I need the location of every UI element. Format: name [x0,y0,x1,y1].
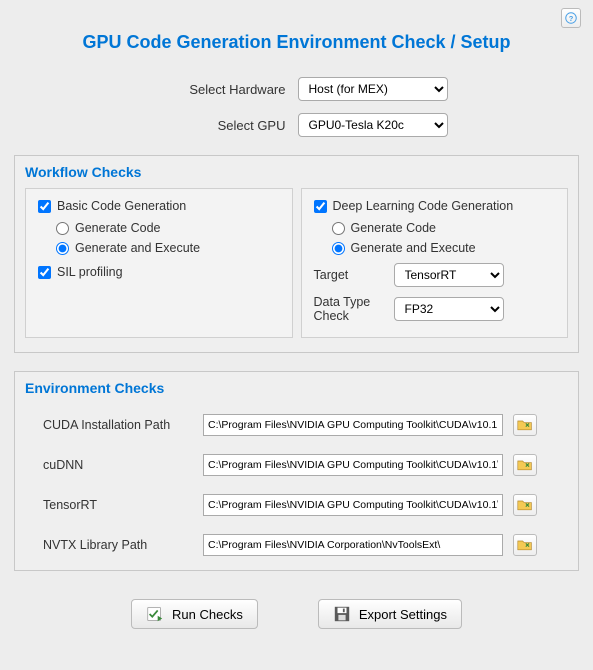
cudnn-label: cuDNN [43,458,193,472]
basic-codegen-checkbox[interactable] [38,200,51,213]
workflow-panel: Workflow Checks Basic Code Generation Ge… [14,155,579,353]
nvtx-browse-button[interactable] [513,534,537,556]
dtype-select[interactable]: FP32 [394,297,504,321]
sil-profiling-checkbox[interactable] [38,266,51,279]
save-icon [333,605,351,623]
cuda-label: CUDA Installation Path [43,418,193,432]
run-checks-button[interactable]: Run Checks [131,599,258,629]
sil-profiling-label: SIL profiling [57,265,123,279]
help-icon: ? [565,12,577,24]
folder-icon [517,498,533,512]
basic-gen-code-label: Generate Code [75,221,160,235]
env-panel: Environment Checks CUDA Installation Pat… [14,371,579,571]
run-icon [146,605,164,623]
hardware-label: Select Hardware [146,82,286,97]
basic-codegen-box: Basic Code Generation Generate Code Gene… [25,188,293,338]
folder-icon [517,418,533,432]
basic-gen-code-radio[interactable] [56,222,69,235]
help-button[interactable]: ? [561,8,581,28]
workflow-title: Workflow Checks [25,164,568,180]
deep-gen-code-radio[interactable] [332,222,345,235]
deep-gen-exec-label: Generate and Execute [351,241,476,255]
page-title: GPU Code Generation Environment Check / … [0,0,593,71]
cudnn-browse-button[interactable] [513,454,537,476]
svg-text:?: ? [569,14,574,23]
cudnn-path-input[interactable] [203,454,503,476]
cuda-browse-button[interactable] [513,414,537,436]
cuda-path-input[interactable] [203,414,503,436]
hardware-select[interactable]: Host (for MEX) [298,77,448,101]
run-checks-label: Run Checks [172,607,243,622]
gpu-select[interactable]: GPU0-Tesla K20c [298,113,448,137]
tensorrt-browse-button[interactable] [513,494,537,516]
env-title: Environment Checks [25,380,568,396]
basic-codegen-label: Basic Code Generation [57,199,186,213]
deep-gen-code-label: Generate Code [351,221,436,235]
target-label: Target [314,268,386,282]
deep-learning-box: Deep Learning Code Generation Generate C… [301,188,569,338]
nvtx-path-input[interactable] [203,534,503,556]
basic-gen-exec-label: Generate and Execute [75,241,200,255]
tensorrt-label: TensorRT [43,498,193,512]
deep-learning-label: Deep Learning Code Generation [333,199,514,213]
export-settings-label: Export Settings [359,607,447,622]
export-settings-button[interactable]: Export Settings [318,599,462,629]
folder-icon [517,538,533,552]
folder-icon [517,458,533,472]
deep-gen-exec-radio[interactable] [332,242,345,255]
dtype-label: Data Type Check [314,295,386,323]
deep-learning-checkbox[interactable] [314,200,327,213]
basic-gen-exec-radio[interactable] [56,242,69,255]
gpu-label: Select GPU [146,118,286,133]
tensorrt-path-input[interactable] [203,494,503,516]
target-select[interactable]: TensorRT [394,263,504,287]
nvtx-label: NVTX Library Path [43,538,193,552]
